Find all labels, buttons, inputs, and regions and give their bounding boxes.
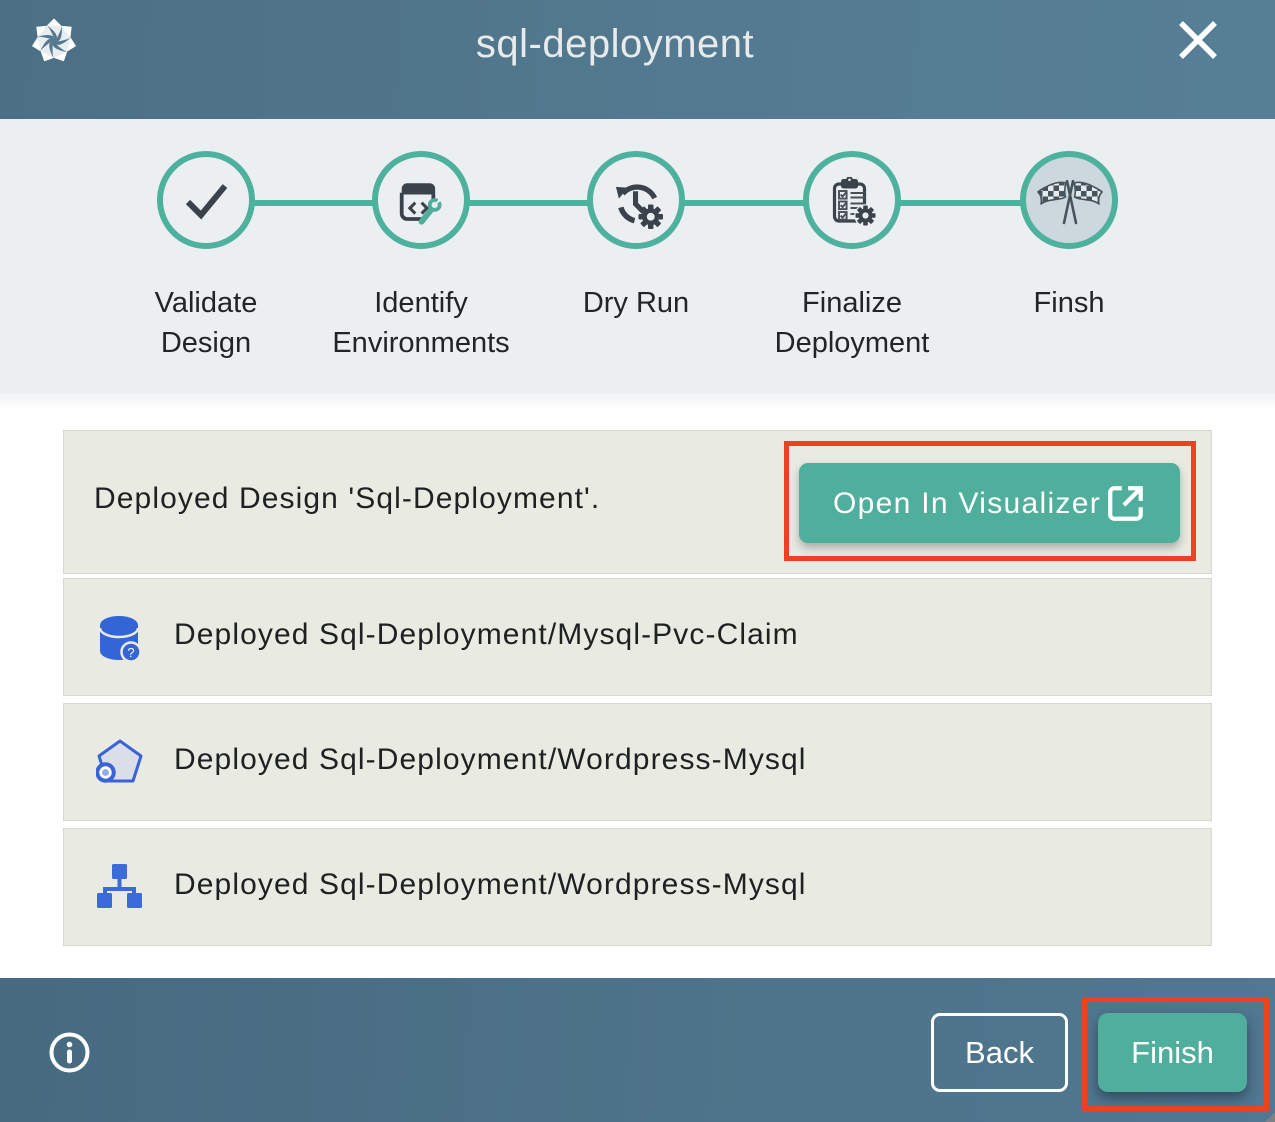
svg-text:?: ? <box>127 645 134 660</box>
